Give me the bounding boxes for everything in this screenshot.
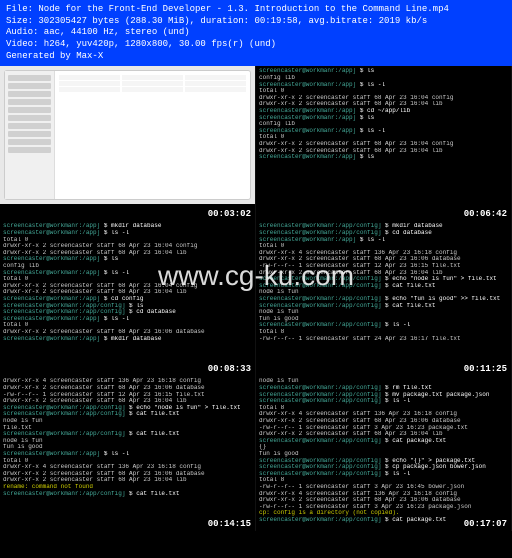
thumbnail-pane: drwxr-xr-x 4 screencaster staff 136 Apr … — [0, 376, 256, 531]
terminal-output: screencaster@workmanr:/app] $ mkdir data… — [0, 221, 255, 344]
size-line: Size: 302305427 bytes (288.30 MiB), dura… — [6, 16, 506, 28]
terminal-output: node is fun screencaster@workmanr:/app/c… — [256, 376, 511, 525]
file-line: File: Node for the Front-End Developer -… — [6, 4, 506, 16]
generator-line: Generated by Max-X — [6, 51, 506, 63]
audio-line: Audio: aac, 44100 Hz, stereo (und) — [6, 27, 506, 39]
finder-file-list — [55, 71, 250, 199]
timestamp-label: 00:06:42 — [464, 209, 507, 219]
media-info-header: File: Node for the Front-End Developer -… — [0, 0, 512, 66]
thumbnail-pane: node is fun screencaster@workmanr:/app/c… — [256, 376, 512, 531]
timestamp-label: 00:17:07 — [464, 519, 507, 529]
terminal-output: drwxr-xr-x 4 screencaster staff 136 Apr … — [0, 376, 255, 499]
terminal-output: screencaster@workmanr:/app/config] $ mkd… — [256, 221, 511, 344]
thumbnail-grid: 00:03:02 screencaster@workmanr:/app] $ l… — [0, 66, 512, 558]
terminal-output: screencaster@workmanr:/app] $ ls config … — [256, 66, 511, 162]
timestamp-label: 00:11:25 — [464, 364, 507, 374]
thumbnail-pane: 00:03:02 — [0, 66, 256, 221]
timestamp-label: 00:08:33 — [208, 364, 251, 374]
thumbnail-pane: screencaster@workmanr:/app] $ mkdir data… — [0, 221, 256, 376]
finder-sidebar — [5, 71, 55, 199]
video-line: Video: h264, yuv420p, 1280x800, 30.00 fp… — [6, 39, 506, 51]
timestamp-label: 00:14:15 — [208, 519, 251, 529]
thumbnail-pane: screencaster@workmanr:/app] $ ls config … — [256, 66, 512, 221]
timestamp-label: 00:03:02 — [208, 209, 251, 219]
thumbnail-pane: screencaster@workmanr:/app/config] $ mkd… — [256, 221, 512, 376]
finder-window — [0, 66, 255, 204]
